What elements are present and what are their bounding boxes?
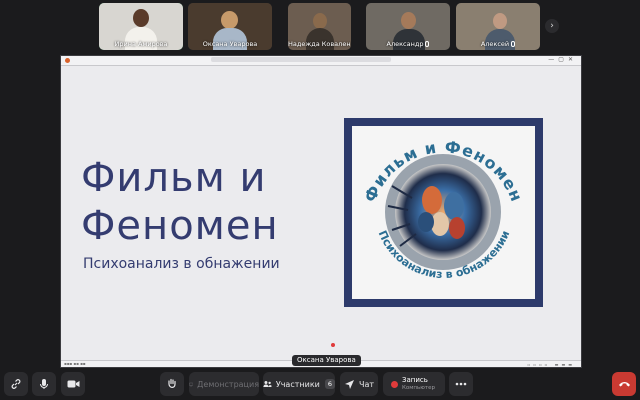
participant-name: Надежда Коваленко	[288, 40, 351, 48]
microphone-icon	[40, 379, 48, 389]
logo-background: Фильм и Феномен Психоанализ в обнажении	[352, 126, 535, 299]
logo-graphic: Фильм и Феномен Психоанализ в обнажении	[360, 137, 525, 281]
more-icon	[455, 382, 467, 386]
record-sublabel: Компьютер	[402, 385, 435, 391]
shared-window-titlebar: —▢✕	[61, 56, 581, 66]
camera-button[interactable]	[61, 372, 85, 396]
slide-title-line2: Феномен	[81, 203, 279, 249]
recording-indicator-icon	[331, 343, 335, 347]
participant-name: Александр	[366, 40, 450, 48]
participant-name: Алексей	[456, 40, 540, 48]
copy-link-button[interactable]	[4, 372, 28, 396]
shared-screen: —▢✕ Фильм и Феномен Психоанализ в обнаже…	[60, 55, 582, 368]
link-icon	[11, 379, 21, 389]
leave-call-button[interactable]	[612, 372, 636, 396]
participants-button[interactable]: Участники 6	[263, 372, 335, 396]
screen-share-label: Демонстрация	[197, 379, 259, 389]
participant-tile[interactable]: Александр	[366, 3, 450, 50]
participant-name-text: Алексей	[480, 40, 510, 48]
active-speaker-label: Оксана Уварова	[292, 355, 361, 366]
chat-label: Чат	[358, 379, 375, 389]
camera-icon	[67, 380, 79, 388]
view-controls-icon: ▫▫▫▫ ▬▬▬	[527, 362, 575, 367]
app-icon	[65, 58, 70, 63]
strip-next-button[interactable]: ›	[545, 19, 559, 33]
participant-tile[interactable]: Оксана Уварова	[188, 3, 272, 50]
slide-title-line1: Фильм и	[81, 155, 267, 201]
slide-title: Фильм и Феномен	[81, 154, 311, 250]
participant-tile[interactable]: Надежда Коваленко	[288, 3, 351, 50]
window-title-placeholder	[211, 57, 391, 62]
participant-name: Оксана Уварова	[202, 40, 258, 48]
record-label: Запись	[402, 376, 428, 384]
participants-label: Участники	[275, 379, 320, 389]
chat-button[interactable]: Чат	[340, 372, 378, 396]
screen-share-icon	[189, 382, 194, 386]
raise-hand-button[interactable]	[160, 372, 184, 396]
participant-tile[interactable]: Алексей	[456, 3, 540, 50]
mic-muted-icon	[425, 41, 430, 47]
hang-up-icon	[618, 382, 630, 387]
participants-strip: Ирина Амирова Оксана Уварова Надежда Ков…	[0, 3, 640, 51]
participant-name: Ирина Амирова	[114, 40, 168, 48]
slide-info-placeholder: ▪▪▪ ▪▪ ▪▪	[64, 361, 86, 366]
participant-name-text: Александр	[386, 40, 424, 48]
record-button[interactable]: Запись Компьютер	[383, 372, 445, 396]
microphone-button[interactable]	[32, 372, 56, 396]
participants-icon	[263, 381, 272, 387]
record-icon	[391, 380, 398, 388]
presentation-slide: Фильм и Феномен Психоанализ в обнажении	[61, 66, 581, 360]
more-button[interactable]	[449, 372, 473, 396]
window-controls-icon: —▢✕	[548, 56, 577, 63]
hand-icon	[168, 378, 176, 388]
participants-count-badge: 6	[324, 379, 335, 389]
screen-share-button[interactable]: Демонстрация	[189, 372, 259, 396]
record-text: Запись Компьютер	[402, 376, 435, 392]
mic-muted-icon	[511, 41, 516, 47]
slide-subtitle: Психоанализ в обнажении	[83, 256, 280, 272]
slide-logo: Фильм и Феномен Психоанализ в обнажении	[344, 118, 543, 307]
participant-tile[interactable]: Ирина Амирова	[99, 3, 183, 50]
send-icon	[344, 379, 354, 389]
